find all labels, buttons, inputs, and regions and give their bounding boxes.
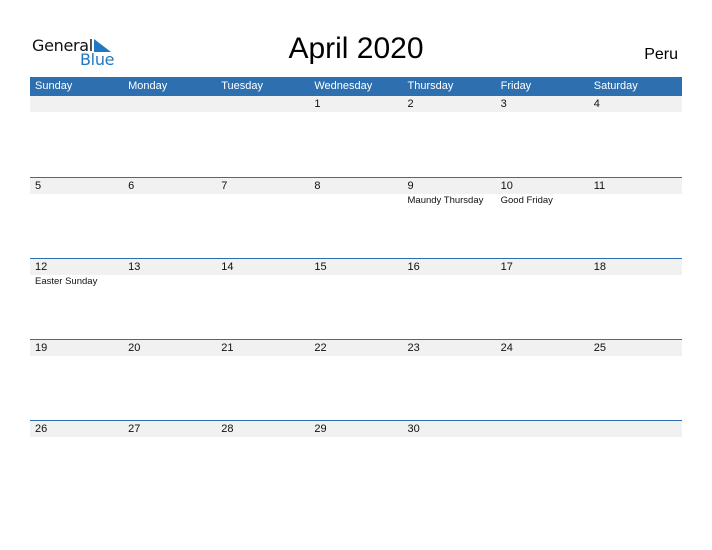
day-cell: 22 [309,340,402,418]
day-number: 14 [221,261,234,273]
day-cell [123,96,216,174]
day-number: 6 [128,180,135,192]
day-cell: 7 [216,178,309,256]
day-number: 4 [593,98,600,110]
day-number: 18 [593,261,606,273]
day-cell: 24 [496,340,589,418]
day-number: 28 [221,423,234,435]
country-label: Peru [644,46,678,63]
day-cell: 11 [589,178,682,256]
weekday-saturday: Saturday [593,80,638,92]
week-row: 5 6 7 8 9 Maundy Thursday 10 Good Friday 11 [30,177,682,258]
day-cell: 28 [216,421,309,499]
day-number [128,96,216,112]
day-cell: 12 Easter Sunday [30,259,123,337]
weekday-tuesday: Tuesday [221,80,264,92]
holiday-label: Maundy Thursday [407,195,484,206]
day-number: 22 [314,342,327,354]
day-number: 27 [128,423,141,435]
day-number: 7 [221,180,228,192]
day-number: 13 [128,261,141,273]
weekday-monday: Monday [128,80,168,92]
weekday-wednesday: Wednesday [314,80,373,92]
day-cell: 21 [216,340,309,418]
day-number: 21 [221,342,234,354]
day-number [35,96,123,112]
day-cell: 25 [589,340,682,418]
day-cell: 26 [30,421,123,499]
day-number: 20 [128,342,141,354]
day-cell [496,421,589,499]
day-number: 17 [500,261,513,273]
week-row: 1 2 3 4 [30,96,682,177]
day-number: 19 [35,342,48,354]
weekday-header: Sunday Monday Tuesday Wednesday Thursday… [30,77,682,96]
day-cell: 30 [403,421,496,499]
day-cell: 2 [403,96,496,174]
day-number: 26 [35,423,48,435]
day-number: 9 [407,180,414,192]
day-number: 2 [407,98,414,110]
day-number: 24 [500,342,513,354]
day-cell: 1 [309,96,402,174]
week-row: 12 Easter Sunday 13 14 15 16 17 18 [30,258,682,339]
day-number: 23 [407,342,420,354]
day-number: 15 [314,261,327,273]
day-cell [30,96,123,174]
week-row: 19 20 21 22 23 24 25 [30,339,682,420]
day-number: 10 [500,180,513,192]
day-number [501,421,589,437]
day-cell: 29 [309,421,402,499]
day-cell: 15 [309,259,402,337]
day-cell: 19 [30,340,123,418]
day-number: 12 [35,261,48,273]
day-cell: 6 [123,178,216,256]
day-number: 11 [593,180,606,192]
day-cell: 10 Good Friday [496,178,589,256]
day-number: 3 [500,98,507,110]
calendar-title: April 2020 [288,32,424,65]
week-row: 26 27 28 29 30 [30,420,682,501]
weekday-thursday: Thursday [407,80,454,92]
day-cell: 23 [403,340,496,418]
day-number: 8 [314,180,321,192]
day-cell: 14 [216,259,309,337]
day-cell: 8 [309,178,402,256]
day-number: 25 [593,342,606,354]
holiday-label: Good Friday [500,195,553,206]
day-cell: 17 [496,259,589,337]
day-cell: 27 [123,421,216,499]
day-number: 16 [407,261,420,273]
holiday-label: Easter Sunday [35,276,98,287]
weekday-friday: Friday [500,80,532,92]
day-cell: 20 [123,340,216,418]
day-cell [216,96,309,174]
day-number [594,421,682,437]
day-cell: 16 [403,259,496,337]
day-cell: 4 [589,96,682,174]
day-cell: 3 [496,96,589,174]
day-cell [589,421,682,499]
day-number: 30 [407,423,420,435]
day-number: 1 [314,98,321,110]
day-cell: 9 Maundy Thursday [403,178,496,256]
day-cell: 18 [589,259,682,337]
day-number: 5 [35,180,42,192]
day-number: 29 [314,423,327,435]
weekday-sunday: Sunday [35,80,73,92]
day-cell: 13 [123,259,216,337]
day-cell: 5 [30,178,123,256]
calendar-grid: 1 2 3 4 5 6 7 8 9 Maundy Thursday 10 Good Friday 11 1… [30,96,682,501]
day-number [221,96,309,112]
